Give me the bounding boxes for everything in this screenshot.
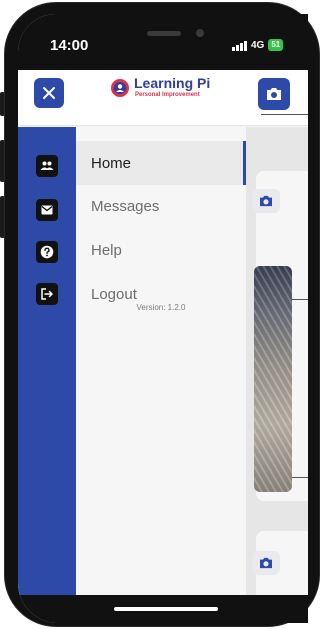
status-indicators: 4G 51 <box>232 39 284 51</box>
rail-messages-button[interactable] <box>36 199 58 221</box>
camera-icon <box>267 88 281 100</box>
camera-button[interactable] <box>258 78 290 110</box>
menu-item-label: Home <box>91 154 132 172</box>
help-icon <box>40 245 54 259</box>
logo-title: Learning Pi <box>134 75 211 91</box>
status-bar: 14:00 4G 51 <box>18 14 308 70</box>
phone-screen: 14:00 4G 51 Learning Pi Personal Improve… <box>18 14 308 623</box>
card-camera-button[interactable] <box>252 189 280 213</box>
post-photo <box>254 266 292 492</box>
network-label: 4G <box>251 39 265 51</box>
battery-icon: 51 <box>268 39 284 51</box>
logo-mark-icon <box>111 78 129 97</box>
logout-icon <box>41 288 54 300</box>
app-header: Learning Pi Personal Improvement <box>18 70 308 126</box>
drawer-menu: Home Messages Help Logout Version: 1.2.0 <box>76 127 246 623</box>
drawer-icon-rail <box>18 127 76 623</box>
logo-subtitle: Personal Improvement <box>135 92 200 98</box>
close-icon <box>43 87 55 99</box>
menu-item-help[interactable]: Help <box>76 228 246 272</box>
camera-icon <box>260 195 272 207</box>
card-camera-button[interactable] <box>252 551 280 575</box>
header-divider <box>261 114 308 115</box>
menu-item-messages[interactable]: Messages <box>76 184 246 228</box>
home-indicator-area <box>18 595 308 623</box>
close-button[interactable] <box>34 78 64 108</box>
mail-icon <box>41 205 53 215</box>
front-camera <box>196 29 204 37</box>
rail-help-button[interactable] <box>36 241 58 263</box>
version-label: Version: 1.2.0 <box>136 303 186 312</box>
rail-home-button[interactable] <box>36 155 58 177</box>
menu-item-label: Messages <box>91 197 160 215</box>
status-time: 14:00 <box>50 37 89 54</box>
menu-item-home[interactable]: Home <box>76 141 246 185</box>
rail-logout-button[interactable] <box>36 283 58 305</box>
speaker <box>147 31 181 36</box>
camera-icon <box>260 557 272 569</box>
people-icon <box>40 161 54 170</box>
home-indicator[interactable] <box>114 607 218 611</box>
signal-icon <box>232 40 247 51</box>
menu-item-label: Help <box>91 241 122 259</box>
app-logo: Learning Pi Personal Improvement <box>110 76 210 99</box>
menu-item-label: Logout <box>91 285 137 303</box>
